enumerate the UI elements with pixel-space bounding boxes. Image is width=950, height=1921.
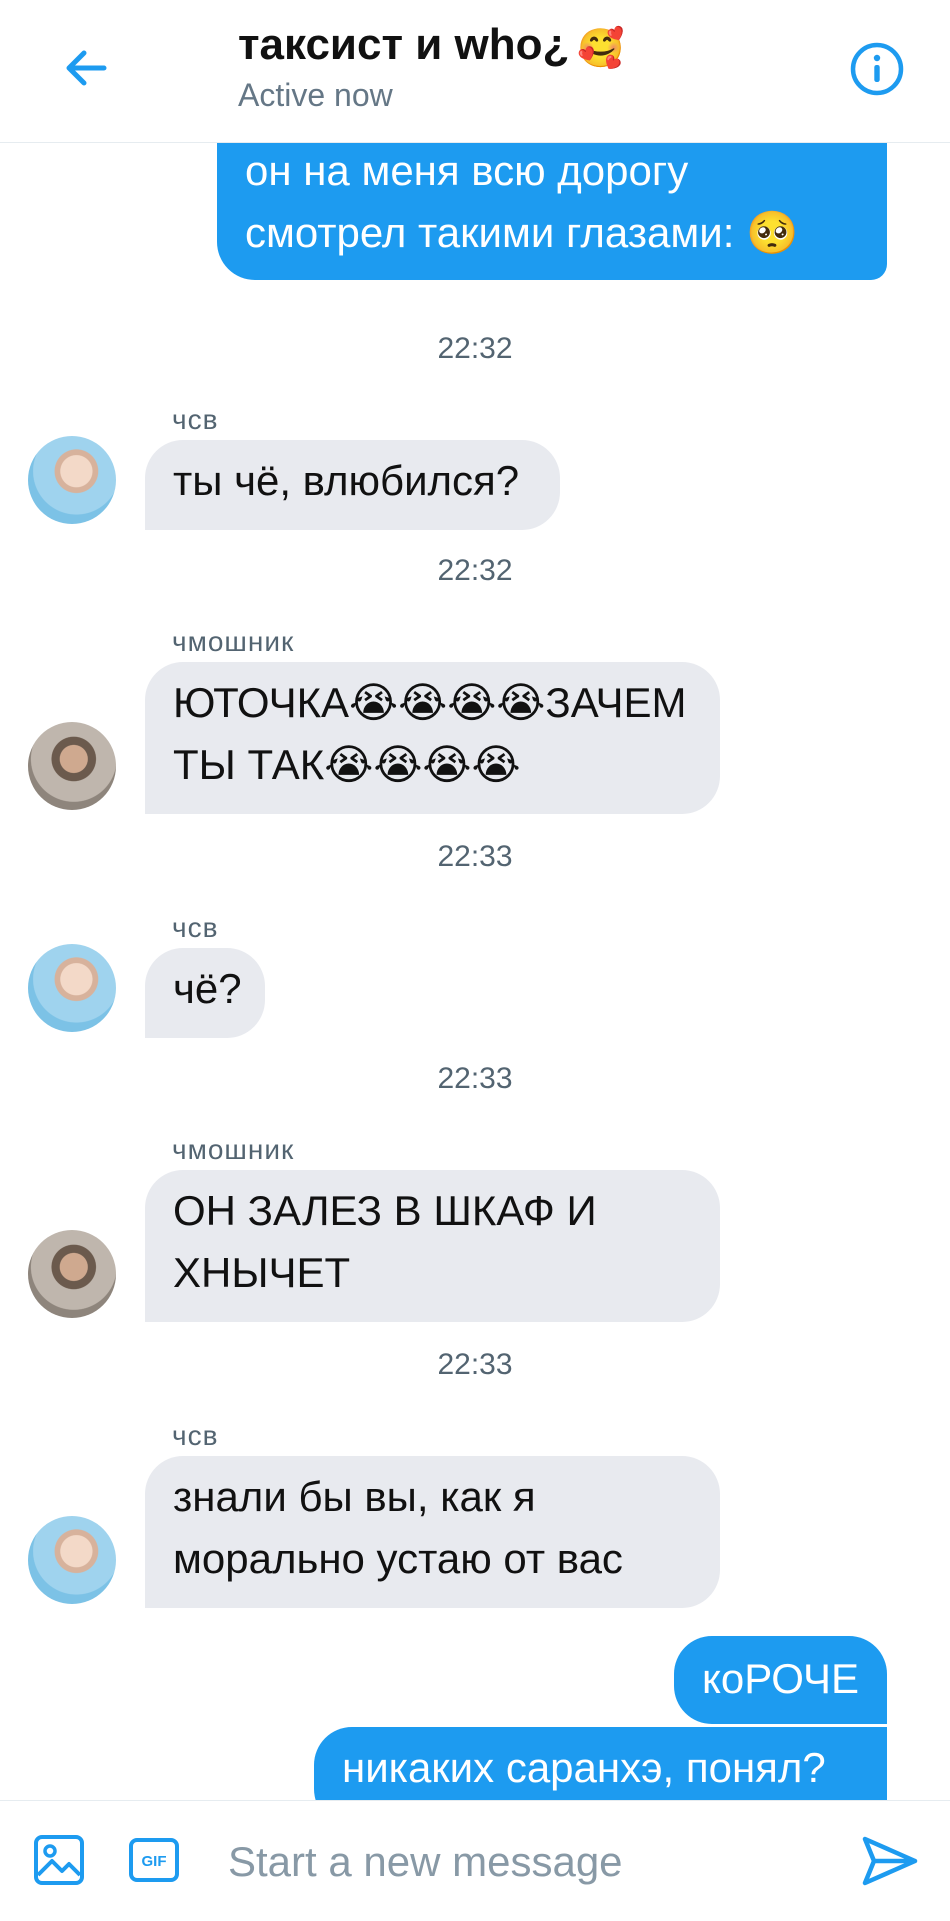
- message-text-line: ТЫ ТАК😭😭😭😭: [173, 741, 521, 788]
- message-composer: GIF: [0, 1800, 950, 1921]
- info-icon[interactable]: [848, 40, 906, 98]
- message-list[interactable]: он на меня всю дорогу смотрел такими гла…: [0, 142, 950, 1800]
- message-text-line: ЮТОЧКА😭😭😭😭ЗАЧЕМ: [173, 679, 687, 726]
- sent-message-bubble[interactable]: никаких саранхэ, понял?: [314, 1727, 887, 1800]
- avatar[interactable]: [28, 1516, 116, 1604]
- sent-message-bubble[interactable]: коРОЧЕ: [674, 1636, 887, 1724]
- send-icon[interactable]: [860, 1833, 920, 1889]
- smiling-face-with-hearts-emoji: 🥰: [577, 26, 625, 70]
- gif-label: GIF: [142, 1853, 167, 1870]
- sent-message-bubble[interactable]: он на меня всю дорогу смотрел такими гла…: [217, 142, 887, 280]
- conversation-title: таксист и who¿ 🥰: [238, 20, 625, 71]
- sender-name: чсв: [172, 912, 219, 943]
- sender-name: чсв: [172, 404, 219, 435]
- message-timestamp: 22:32: [437, 554, 513, 587]
- received-message-bubble[interactable]: чё?: [145, 948, 265, 1038]
- gif-icon[interactable]: GIF: [128, 1837, 180, 1883]
- active-status: Active now: [238, 77, 393, 113]
- conversation-title-text: таксист и who¿: [238, 20, 570, 69]
- back-arrow-icon[interactable]: [58, 40, 114, 96]
- message-text-line: ХНЫЧЕТ: [173, 1249, 351, 1296]
- message-text-line: знали бы вы, как я: [173, 1473, 536, 1520]
- message-text: ты чё, влюбился?: [173, 457, 520, 504]
- message-text: коРОЧЕ: [702, 1655, 860, 1702]
- message-timestamp: 22:32: [437, 332, 513, 365]
- message-text: чё?: [173, 965, 242, 1012]
- avatar[interactable]: [28, 722, 116, 810]
- sender-name: чмошник: [172, 626, 295, 657]
- message-timestamp: 22:33: [437, 840, 513, 873]
- conversation-title-block[interactable]: таксист и who¿ 🥰 Active now: [238, 20, 625, 114]
- message-text-line: смотрел такими глазами: 🥺: [245, 209, 799, 256]
- avatar[interactable]: [28, 436, 116, 524]
- message-timestamp: 22:33: [437, 1348, 513, 1381]
- conversation-header: таксист и who¿ 🥰 Active now: [0, 0, 950, 143]
- received-message-bubble[interactable]: ты чё, влюбился?: [145, 440, 560, 530]
- received-message-bubble[interactable]: знали бы вы, как я морально устаю от вас: [145, 1456, 720, 1608]
- message-text-line: он на меня всю дорогу: [245, 147, 689, 194]
- received-message-bubble[interactable]: ЮТОЧКА😭😭😭😭ЗАЧЕМ ТЫ ТАК😭😭😭😭: [145, 662, 720, 814]
- message-text: никаких саранхэ, понял?: [342, 1744, 826, 1791]
- sender-name: чмошник: [172, 1134, 295, 1165]
- message-input[interactable]: [226, 1831, 830, 1893]
- avatar[interactable]: [28, 1230, 116, 1318]
- message-text-line: морально устаю от вас: [173, 1535, 623, 1582]
- image-icon[interactable]: [32, 1833, 86, 1887]
- message-timestamp: 22:33: [437, 1062, 513, 1095]
- sender-name: чсв: [172, 1420, 219, 1451]
- avatar[interactable]: [28, 944, 116, 1032]
- received-message-bubble[interactable]: ОН ЗАЛЕЗ В ШКАФ И ХНЫЧЕТ: [145, 1170, 720, 1322]
- message-text-line: ОН ЗАЛЕЗ В ШКАФ И: [173, 1187, 597, 1234]
